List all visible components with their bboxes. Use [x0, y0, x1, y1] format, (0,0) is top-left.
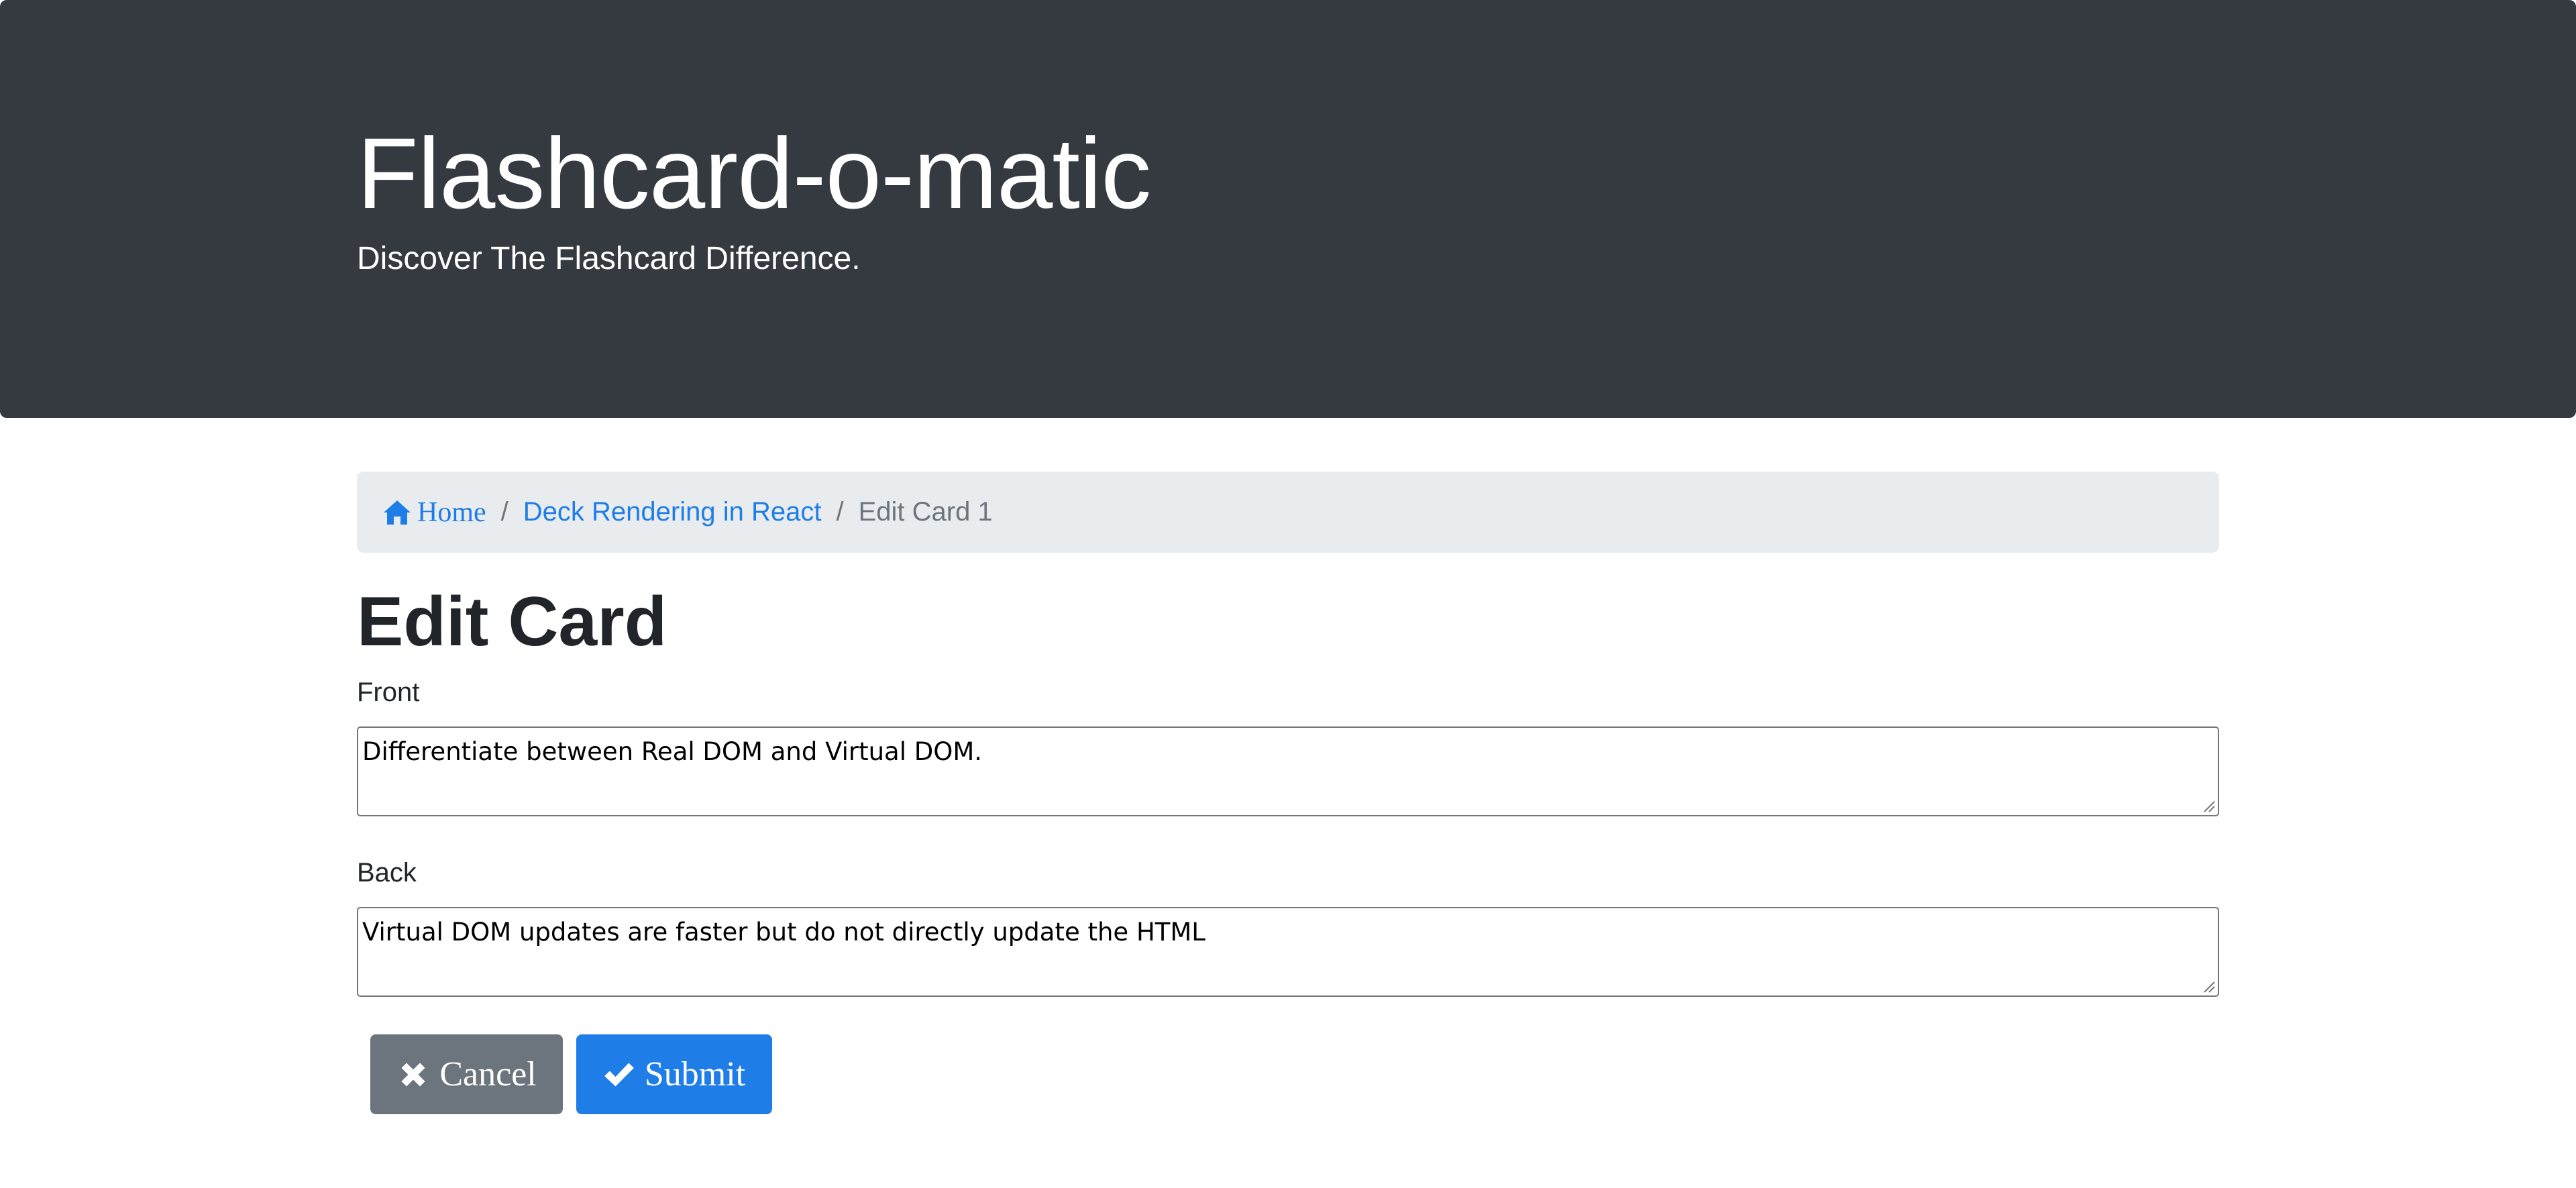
- back-textarea[interactable]: Virtual DOM updates are faster but do no…: [357, 907, 2219, 997]
- breadcrumb-separator: /: [836, 497, 844, 527]
- front-textarea[interactable]: Differentiate between Real DOM and Virtu…: [357, 726, 2219, 816]
- header-jumbotron: Flashcard-o-matic Discover The Flashcard…: [0, 0, 2576, 418]
- check-icon: [603, 1060, 635, 1089]
- breadcrumb-current: Edit Card 1: [858, 497, 993, 527]
- resize-grip-icon[interactable]: [2202, 979, 2215, 993]
- front-label: Front: [357, 678, 420, 707]
- front-value: Differentiate between Real DOM and Virtu…: [362, 737, 983, 766]
- submit-button[interactable]: Submit: [576, 1034, 772, 1114]
- app-title: Flashcard-o-matic: [357, 117, 1151, 229]
- resize-grip-icon[interactable]: [2202, 799, 2215, 812]
- cancel-button[interactable]: Cancel: [370, 1034, 563, 1114]
- app-tagline: Discover The Flashcard Difference.: [357, 241, 861, 276]
- back-label: Back: [357, 858, 417, 887]
- back-value: Virtual DOM updates are faster but do no…: [362, 918, 1205, 947]
- submit-button-label: Submit: [644, 1055, 746, 1093]
- page-title: Edit Card: [357, 583, 667, 661]
- home-icon: [384, 500, 411, 525]
- breadcrumb-separator: /: [500, 497, 508, 527]
- x-icon: [396, 1058, 430, 1091]
- breadcrumb-home-link[interactable]: Home: [384, 496, 486, 529]
- breadcrumb-home-label: Home: [417, 496, 486, 528]
- breadcrumb-deck-link[interactable]: Deck Rendering in React: [523, 497, 822, 527]
- breadcrumb: Home / Deck Rendering in React / Edit Ca…: [357, 472, 2219, 553]
- cancel-button-label: Cancel: [439, 1055, 537, 1093]
